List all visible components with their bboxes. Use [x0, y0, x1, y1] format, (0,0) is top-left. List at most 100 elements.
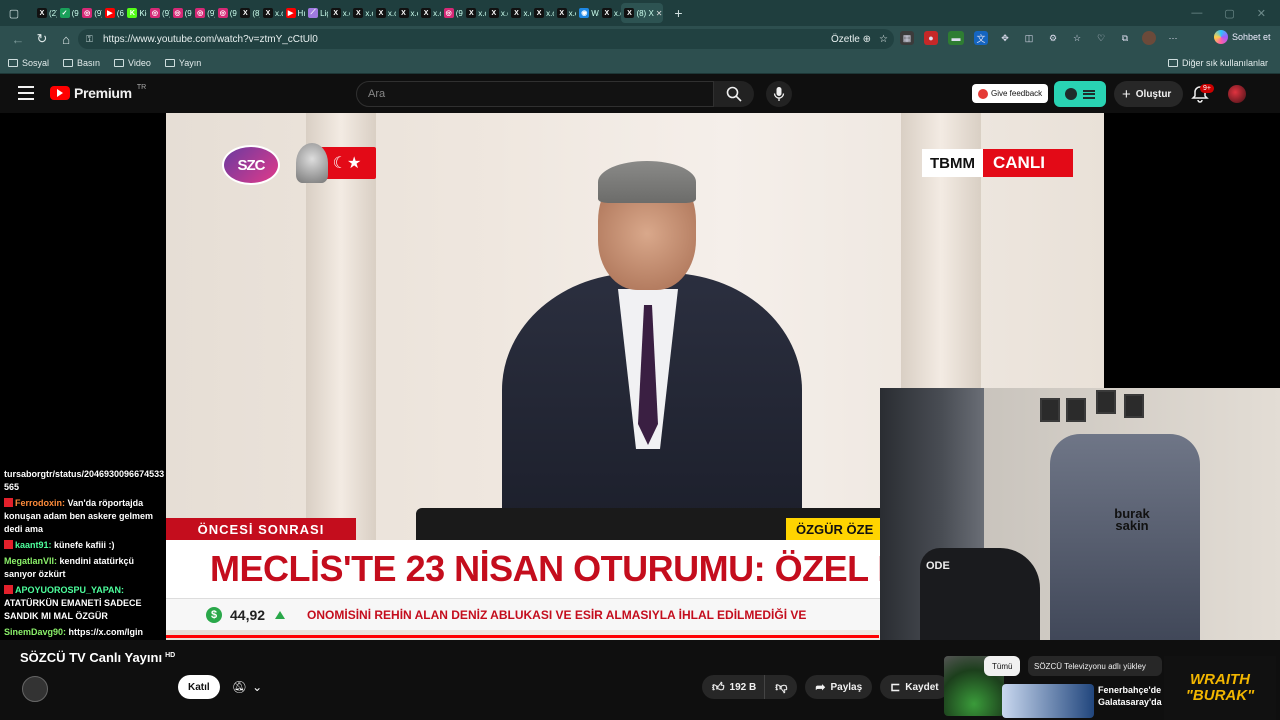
translate-icon[interactable]: 文 [974, 31, 988, 45]
search-input[interactable]: Ara [356, 81, 714, 107]
profile-avatar[interactable] [1142, 31, 1156, 45]
chat-username: Ferrodoxin: [15, 498, 66, 508]
browser-tab[interactable]: Xx.coi [508, 3, 531, 23]
extension-button[interactable] [1054, 81, 1106, 107]
browser-tab[interactable]: Xx.coi [599, 3, 621, 23]
home-button[interactable]: ⌂ [54, 27, 78, 51]
tab-favicon-icon: ◎ [443, 8, 454, 18]
browser-tab[interactable]: ⟋Ligh [305, 3, 328, 23]
close-window-icon[interactable]: ✕ [1257, 7, 1266, 20]
chip-channel[interactable]: SÖZCÜ Televizyonu adlı yükley [1028, 656, 1162, 676]
chevron-down-icon: ⌄ [252, 680, 263, 694]
browser-tab[interactable]: ◎(9) Ir [215, 3, 237, 23]
bookmark-folder[interactable]: Yayın [164, 58, 201, 68]
bookmark-folder[interactable]: Video [114, 58, 151, 68]
create-button[interactable]: + Oluştur [1114, 81, 1184, 107]
share-button[interactable]: ➦ Paylaş [805, 675, 873, 699]
save-button[interactable]: ⊏ Kaydet [880, 675, 949, 699]
video-progress-bar[interactable] [166, 635, 880, 638]
voice-search-button[interactable] [766, 81, 792, 107]
copilot-button[interactable]: Sohbet et [1214, 30, 1271, 44]
browser-tab[interactable]: Xx.coi [463, 3, 486, 23]
browser-tab[interactable]: ◉Watc [576, 3, 599, 23]
account-avatar[interactable] [1228, 85, 1246, 103]
chat-username: MegatlanVII: [4, 556, 58, 566]
browser-essentials-icon[interactable]: ♡ [1094, 31, 1108, 45]
recommended-title[interactable]: Fenerbahçe'de Galatasaray'da [1098, 684, 1164, 708]
browser-tab[interactable]: Xx.coi [486, 3, 509, 23]
browser-tab[interactable]: ✓(9) D [57, 3, 80, 23]
url-bar[interactable]: ⚿ https://www.youtube.com/watch?v=ztmY_c… [78, 29, 894, 49]
dislike-button[interactable]: 👎︎ [764, 675, 798, 699]
subscription-bell-button[interactable]: 🔕︎ ⌄ [226, 675, 268, 699]
chat-text: ATATÜRKÜN EMANETİ SADECE SANDIK MI MAL Ö… [4, 598, 142, 621]
search-button[interactable] [714, 81, 754, 107]
extension-grid-icon[interactable]: ▦ [900, 31, 914, 45]
tab-favicon-icon: ◎ [172, 8, 183, 18]
browser-tab[interactable]: Xx.coi [531, 3, 554, 23]
maximize-icon[interactable]: ▢ [1224, 7, 1234, 20]
url-text: https://www.youtube.com/watch?v=ztmY_cCt… [103, 33, 318, 45]
browser-tab[interactable]: ◎(9) Ir [441, 3, 463, 23]
browser-tab[interactable]: X(8) X [237, 3, 260, 23]
favorites-icon[interactable]: ☆ [1070, 31, 1084, 45]
browser-tab[interactable]: Xx.coi [350, 3, 373, 23]
browser-tab[interactable]: KKick [124, 3, 147, 23]
puzzle-icon[interactable]: ✥ [998, 31, 1012, 45]
more-menu-icon[interactable]: ⋯ [1166, 31, 1180, 45]
menu-icon[interactable] [18, 86, 34, 100]
browser-tab[interactable]: Xx.coi [396, 3, 419, 23]
search-placeholder: Ara [368, 88, 386, 100]
bookmark-folder[interactable]: Basın [63, 58, 100, 68]
browser-tab[interactable]: Xx.coi [260, 3, 283, 23]
browser-tab[interactable]: Xx.coi [418, 3, 441, 23]
browser-tab[interactable]: Xx.coi [373, 3, 396, 23]
browser-tab[interactable]: ◎(9) Ir [192, 3, 215, 23]
join-button[interactable]: Katıl [178, 675, 220, 699]
favorite-star-icon[interactable]: ☆ [879, 34, 888, 45]
browser-tab-bar: ▢ X(2) B✓(9) D◎(9) Ir▶(631KKick◎(9) Ir◎(… [0, 0, 1280, 26]
browser-tab[interactable]: ◎(9) Ir [79, 3, 102, 23]
extension-red-icon[interactable]: ● [924, 31, 938, 45]
close-tab-icon[interactable]: ✕ [656, 9, 664, 18]
wall-frame [1096, 390, 1116, 414]
create-label: Oluştur [1135, 88, 1172, 100]
tab-label: x.coi [500, 8, 509, 18]
browser-tab[interactable]: X(2) B [34, 3, 57, 23]
bookmark-folder[interactable]: Sosyal [8, 58, 49, 68]
chip-all[interactable]: Tümü [984, 656, 1021, 676]
tab-label: x.coi [410, 8, 419, 18]
collections-icon[interactable]: ⧉ [1118, 31, 1132, 45]
video-title-text: SÖZCÜ TV Canlı Yayını [20, 650, 163, 665]
tracking-icon[interactable]: ⚙ [1046, 31, 1060, 45]
tab-favicon-icon: ◎ [82, 8, 93, 18]
browser-tab[interactable]: Xx.coi [328, 3, 350, 23]
browser-tab[interactable]: ▶(631 [102, 3, 124, 23]
browser-tab[interactable]: ◎(9) Ir [147, 3, 170, 23]
give-feedback-button[interactable]: Give feedback [972, 84, 1049, 103]
tab-actions-icon[interactable]: ▢ [4, 3, 24, 23]
tab-label: x.coi [546, 8, 554, 18]
tab-label: (9) D [71, 8, 80, 18]
summarize-button[interactable]: Özetle ⊕ [831, 34, 871, 45]
minimize-icon[interactable]: — [1191, 7, 1202, 20]
youtube-logo[interactable]: Premium TR [50, 84, 146, 101]
recommended-thumbnail[interactable] [1002, 684, 1094, 718]
progress-fill [166, 635, 879, 638]
chat-message: Ferrodoxin: Van'da röportajda konuşan ad… [4, 497, 168, 536]
other-bookmarks[interactable]: Diğer sık kullanılanlar [1167, 58, 1268, 68]
back-button[interactable]: ← [6, 27, 30, 51]
site-info-icon[interactable]: ⚿ [86, 34, 98, 45]
like-button[interactable]: 👍︎ 192 B [702, 675, 765, 699]
portrait-graphic [296, 143, 328, 183]
new-tab-button[interactable]: + [669, 3, 687, 23]
reload-button[interactable]: ↻ [30, 27, 54, 51]
channel-avatar[interactable] [22, 676, 48, 702]
split-screen-icon[interactable]: ◫ [1022, 31, 1036, 45]
browser-tab[interactable]: ▶Hırs [283, 3, 305, 23]
ticker-text: ONOMİSİNİ REHİN ALAN DENİZ ABLUKASI VE E… [307, 607, 807, 622]
browser-tab[interactable]: ◎(9) Ir [170, 3, 192, 23]
browser-tab[interactable]: Xx.coi [554, 3, 576, 23]
browser-tab[interactable]: X (8) X ✕ [621, 3, 664, 23]
extension-green-icon[interactable]: ▬ [948, 31, 964, 45]
